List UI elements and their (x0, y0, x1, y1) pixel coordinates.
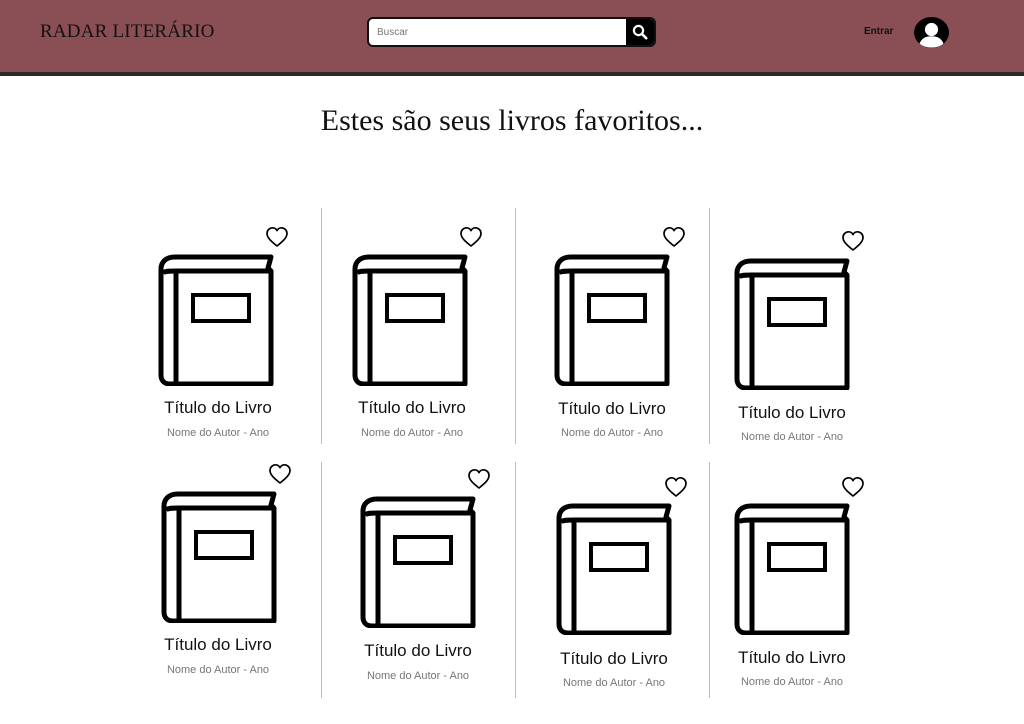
book-title: Título do Livro (560, 649, 668, 668)
book-icon (555, 501, 673, 635)
heart-outline-icon[interactable] (841, 230, 865, 252)
search-input[interactable] (369, 19, 643, 45)
favorite-book-card[interactable]: Título do Livro Nome do Autor - Ano (515, 220, 709, 460)
book-author-year: Nome do Autor - Ano (360, 427, 464, 439)
site-logo[interactable]: RADAR LITERÁRIO (40, 21, 215, 43)
heart-outline-icon[interactable] (459, 226, 483, 248)
heart-outline-icon[interactable] (841, 476, 865, 498)
page-title: Estes são seus livros favoritos... (320, 104, 704, 137)
book-author-year: Nome do Autor - Ano (366, 670, 470, 682)
book-author-year: Nome do Autor - Ano (166, 427, 270, 439)
favorite-book-card[interactable]: Título do Livro Nome do Autor - Ano (121, 457, 315, 697)
favorite-book-card[interactable]: Título do Livro Nome do Autor - Ano (695, 470, 889, 710)
favorite-book-card[interactable]: Título do Livro Nome do Autor - Ano (121, 220, 315, 460)
book-icon (553, 252, 671, 386)
book-author-year: Nome do Autor - Ano (166, 664, 270, 676)
book-title: Título do Livro (558, 399, 666, 418)
book-title: Título do Livro (164, 398, 272, 417)
book-title: Título do Livro (364, 641, 472, 660)
user-avatar-icon[interactable] (914, 17, 949, 48)
heart-outline-icon[interactable] (664, 476, 688, 498)
favorite-book-card[interactable]: Título do Livro Nome do Autor - Ano (695, 224, 889, 464)
book-title: Título do Livro (738, 403, 846, 422)
book-author-year: Nome do Autor - Ano (562, 677, 666, 689)
book-author-year: Nome do Autor - Ano (740, 676, 844, 688)
book-icon (733, 501, 851, 635)
favorite-book-card[interactable]: Título do Livro Nome do Autor - Ano (517, 470, 711, 710)
book-icon (351, 252, 469, 386)
heart-outline-icon[interactable] (265, 226, 289, 248)
book-title: Título do Livro (164, 635, 272, 654)
search-icon (632, 24, 648, 40)
book-icon (733, 256, 851, 390)
heart-outline-icon[interactable] (662, 226, 686, 248)
book-icon (160, 489, 278, 623)
book-title: Título do Livro (358, 398, 466, 417)
book-icon (359, 494, 477, 628)
login-link[interactable]: Entrar (864, 26, 893, 37)
column-divider (515, 462, 516, 698)
search-bar (367, 17, 656, 47)
heart-outline-icon[interactable] (467, 468, 491, 490)
search-button[interactable] (626, 19, 654, 45)
book-author-year: Nome do Autor - Ano (560, 427, 664, 439)
book-title: Título do Livro (738, 648, 846, 667)
book-icon (157, 252, 275, 386)
favorite-book-card[interactable]: Título do Livro Nome do Autor - Ano (315, 220, 509, 460)
top-bar: RADAR LITERÁRIO Entrar (0, 0, 1024, 76)
heart-outline-icon[interactable] (268, 463, 292, 485)
book-author-year: Nome do Autor - Ano (740, 431, 844, 443)
favorite-book-card[interactable]: Título do Livro Nome do Autor - Ano (321, 463, 515, 703)
